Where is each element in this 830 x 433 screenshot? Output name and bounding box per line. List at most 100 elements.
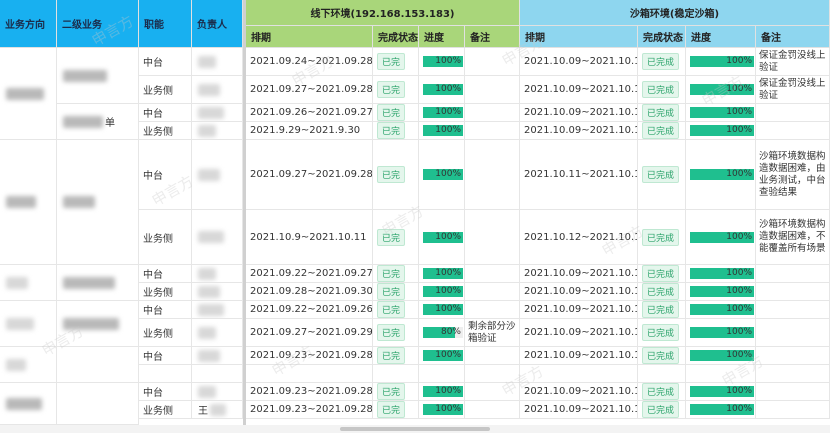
off-note-cell[interactable] [465, 210, 520, 264]
off-status-cell[interactable]: 已完 [373, 76, 419, 103]
sb-status-cell[interactable]: 已完成 [638, 210, 686, 264]
header-business-direction[interactable]: 业务方向 [0, 0, 57, 48]
role-cell[interactable]: 中台 [139, 48, 192, 75]
off-status-cell[interactable]: 已完 [373, 319, 419, 346]
sb-status-cell[interactable]: 已完成 [638, 401, 686, 418]
off-status-cell[interactable]: 已完 [373, 347, 419, 364]
header-role[interactable]: 职能 [139, 0, 192, 48]
off-schedule-cell[interactable]: 2021.10.9~2021.10.11 [246, 210, 373, 264]
sub-business-cell-7[interactable] [57, 383, 139, 425]
role-cell[interactable]: 中台 [139, 383, 192, 400]
sb-note-cell[interactable] [756, 319, 830, 346]
sb-note-cell[interactable]: 沙箱环境数据构造数据困难，由业务测试，中台查验结果 [756, 140, 830, 209]
off-schedule-cell[interactable]: 2021.9.29~2021.9.30 [246, 122, 373, 139]
header-sandbox-env[interactable]: 沙箱环境(稳定沙箱) [520, 0, 830, 26]
off-schedule-cell[interactable]: 2021.09.27~2021.09.28 [246, 140, 373, 209]
sb-schedule-cell[interactable]: 2021.10.12~2021.10.12 [520, 210, 638, 264]
off-status-cell[interactable]: 已完 [373, 48, 419, 75]
header-off-note[interactable]: 备注 [465, 26, 520, 48]
sb-note-cell[interactable] [756, 401, 830, 418]
off-progress-cell[interactable]: 100% [419, 48, 465, 75]
sb-status-cell[interactable]: 已完成 [638, 383, 686, 400]
off-status-cell[interactable]: 已完 [373, 383, 419, 400]
role-cell[interactable]: 中台 [139, 347, 192, 364]
sb-schedule-cell[interactable]: 2021.10.09~2021.10.12 [520, 122, 638, 139]
role-cell[interactable] [139, 365, 192, 382]
off-status-cell[interactable]: 已完 [373, 122, 419, 139]
sb-schedule-cell[interactable]: 2021.10.09~2021.10.12 [520, 301, 638, 318]
off-note-cell[interactable]: 剩余部分沙箱验证 [465, 319, 520, 346]
sb-schedule-cell[interactable]: 2021.10.09~2021.10.12 [520, 319, 638, 346]
sb-schedule-cell[interactable]: 2021.10.11~2021.10.13 [520, 140, 638, 209]
off-progress-cell[interactable]: 100% [419, 140, 465, 209]
sb-note-cell[interactable] [756, 104, 830, 121]
sb-schedule-cell[interactable] [520, 365, 638, 382]
owner-cell[interactable] [192, 283, 243, 300]
off-note-cell[interactable] [465, 122, 520, 139]
off-progress-cell[interactable]: 100% [419, 383, 465, 400]
sb-progress-cell[interactable]: 100% [686, 301, 756, 318]
sb-progress-cell[interactable]: 100% [686, 104, 756, 121]
sb-progress-cell[interactable]: 100% [686, 48, 756, 75]
role-cell[interactable]: 业务侧 [139, 210, 192, 264]
sb-schedule-cell[interactable]: 2021.10.09~2021.10.12 [520, 401, 638, 418]
off-schedule-cell[interactable]: 2021.09.27~2021.09.29 [246, 319, 373, 346]
sb-progress-cell[interactable]: 100% [686, 383, 756, 400]
off-note-cell[interactable] [465, 140, 520, 209]
off-note-cell[interactable] [465, 76, 520, 103]
header-off-progress[interactable]: 进度 [419, 26, 465, 48]
sb-status-cell[interactable]: 已完成 [638, 104, 686, 121]
header-sb-progress[interactable]: 进度 [686, 26, 756, 48]
header-sb-schedule[interactable]: 排期 [520, 26, 638, 48]
header-sub-business[interactable]: 二级业务 [57, 0, 139, 48]
off-note-cell[interactable] [465, 365, 520, 382]
role-cell[interactable]: 中台 [139, 301, 192, 318]
off-status-cell[interactable]: 已完 [373, 301, 419, 318]
scrollbar-thumb[interactable] [340, 427, 490, 431]
sb-progress-cell[interactable]: 100% [686, 76, 756, 103]
business-direction-cell-5[interactable] [0, 347, 57, 383]
off-status-cell[interactable]: 已完 [373, 265, 419, 282]
off-note-cell[interactable] [465, 301, 520, 318]
sb-progress-cell[interactable]: 100% [686, 401, 756, 418]
sub-business-cell-6[interactable] [57, 347, 139, 383]
off-progress-cell[interactable]: 100% [419, 122, 465, 139]
role-cell[interactable]: 中台 [139, 140, 192, 209]
off-progress-cell[interactable]: 100% [419, 265, 465, 282]
off-schedule-cell[interactable]: 2021.09.28~2021.09.30 [246, 283, 373, 300]
business-direction-cell-6[interactable] [0, 383, 57, 425]
sb-schedule-cell[interactable]: 2021.10.09~2021.10.12 [520, 347, 638, 364]
off-schedule-cell[interactable]: 2021.09.22~2021.09.27 [246, 265, 373, 282]
off-schedule-cell[interactable]: 2021.09.23~2021.09.28 [246, 347, 373, 364]
off-progress-cell[interactable]: 100% [419, 347, 465, 364]
sb-schedule-cell[interactable]: 2021.10.09~2021.10.13 [520, 76, 638, 103]
off-progress-cell[interactable]: 100% [419, 210, 465, 264]
sb-schedule-cell[interactable]: 2021.10.09~2021.10.12 [520, 383, 638, 400]
off-status-cell[interactable]: 已完 [373, 210, 419, 264]
sb-note-cell[interactable] [756, 265, 830, 282]
sub-business-cell-3[interactable] [57, 140, 139, 265]
owner-cell[interactable] [192, 365, 243, 382]
owner-cell[interactable] [192, 104, 243, 121]
sb-status-cell[interactable] [638, 365, 686, 382]
role-cell[interactable]: 业务侧 [139, 122, 192, 139]
sb-progress-cell[interactable] [686, 365, 756, 382]
sb-status-cell[interactable]: 已完成 [638, 140, 686, 209]
sb-note-cell[interactable]: 保证金罚没线上验证 [756, 48, 830, 75]
off-progress-cell[interactable]: 100% [419, 301, 465, 318]
sb-status-cell[interactable]: 已完成 [638, 122, 686, 139]
off-note-cell[interactable] [465, 104, 520, 121]
owner-cell[interactable] [192, 265, 243, 282]
sb-note-cell[interactable] [756, 365, 830, 382]
off-note-cell[interactable] [465, 283, 520, 300]
sb-progress-cell[interactable]: 100% [686, 319, 756, 346]
owner-cell[interactable] [192, 76, 243, 103]
role-cell[interactable]: 业务侧 [139, 283, 192, 300]
off-note-cell[interactable] [465, 383, 520, 400]
off-status-cell[interactable]: 已完 [373, 401, 419, 418]
header-owner[interactable]: 负责人 [192, 0, 243, 48]
off-progress-cell[interactable] [419, 365, 465, 382]
owner-cell[interactable] [192, 319, 243, 346]
owner-cell[interactable] [192, 347, 243, 364]
header-sb-status[interactable]: 完成状态 [638, 26, 686, 48]
